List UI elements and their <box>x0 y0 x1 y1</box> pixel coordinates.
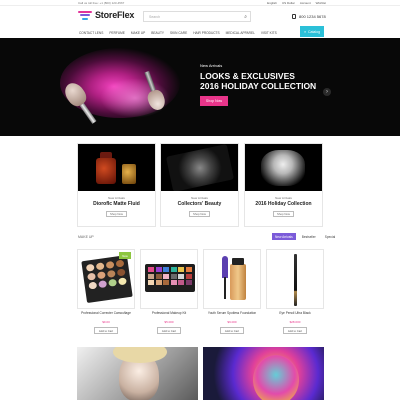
add-to-cart-button[interactable]: Add to Cart <box>283 327 307 334</box>
main-nav: Contact Lens Perfume Make Up Beauty Skin… <box>76 26 324 37</box>
section-title: Make Up <box>78 235 94 239</box>
product-image[interactable] <box>140 249 198 309</box>
category-title: 2016 Holiday Collection <box>255 201 312 207</box>
phone-number: 800 1234 5678 <box>292 14 326 19</box>
product-price: $9.00 <box>102 320 110 324</box>
category-card[interactable]: New Arrivals Dioroflc Matte Fluid Shop N… <box>77 143 156 227</box>
hero-kicker: New Arrivals <box>200 63 223 68</box>
nav-item-skin-care[interactable]: Skin Care <box>167 31 190 35</box>
catalog-label: Catalog <box>307 29 321 34</box>
add-to-cart-button[interactable]: Add to Cart <box>94 327 118 334</box>
shop-now-button[interactable]: Shop Now <box>273 211 294 217</box>
product-price: $9.000 <box>227 320 237 324</box>
nav-item-visit-kits[interactable]: Visit Kits <box>258 31 280 35</box>
catalog-button[interactable]: ≡ Catalog <box>300 26 324 37</box>
product-price: $28.000 <box>289 320 301 324</box>
menu-icon: ≡ <box>303 29 306 34</box>
product-image[interactable] <box>203 249 261 309</box>
search-icon[interactable]: ⌕ <box>244 14 247 20</box>
search-placeholder: Search <box>149 15 161 19</box>
tab-bestseller[interactable]: Bestseller <box>299 233 319 240</box>
tab-special[interactable]: Special <box>322 233 338 240</box>
hero-title-line1: LOOKS & EXCLUSIVES <box>200 71 295 81</box>
product-name[interactable]: Eye Pencil Ultra Black <box>266 311 324 315</box>
search-input[interactable]: Search ⌕ <box>143 11 251 22</box>
logo-text: StoreFlex <box>95 10 135 20</box>
category-title: Dioroflc Matte Fluid <box>93 201 140 207</box>
top-links: English US Dollar Account Wishlist <box>267 1 326 5</box>
category-title: Collectors' Beauty <box>177 201 222 207</box>
perfume-bottle-image <box>78 144 155 191</box>
category-kicker: New Arrivals <box>108 196 125 200</box>
category-card[interactable]: New Arrivals Collectors' Beauty Shop Now <box>160 143 239 227</box>
hero-shop-now-button[interactable]: Shop Now <box>200 96 228 106</box>
tab-new-arrivals[interactable]: New Arrivals <box>272 233 296 240</box>
chevron-right-icon[interactable]: › <box>323 88 331 96</box>
phone-icon <box>292 14 296 19</box>
category-kicker: New Arrivals <box>275 196 292 200</box>
language-selector[interactable]: English <box>267 1 277 5</box>
nav-item-medical-apparel[interactable]: Medical Apparel <box>223 31 258 35</box>
nav-item-make-up[interactable]: Make Up <box>128 31 148 35</box>
promo-banner-beauty[interactable] <box>77 347 198 400</box>
account-link[interactable]: Account <box>300 1 311 5</box>
holiday-collection-image <box>245 144 322 191</box>
contact-text: Call us toll free: +1 (800) 123-4567 <box>78 1 125 5</box>
category-card[interactable]: New Arrivals 2016 Holiday Collection Sho… <box>244 143 323 227</box>
category-kicker: New Arrivals <box>191 196 208 200</box>
phone-text: 800 1234 5678 <box>299 14 326 19</box>
hero-title-line2: 2016 HOLIDAY COLLECTION <box>200 81 317 91</box>
new-badge: New <box>119 252 131 259</box>
product-price: $5.000 <box>164 320 174 324</box>
nav-item-perfume[interactable]: Perfume <box>106 31 128 35</box>
promo-banner-colors[interactable] <box>203 347 324 400</box>
product-card[interactable]: Youth Serum Spotless Foundation $9.000 A… <box>203 249 261 341</box>
product-card[interactable]: Eye Pencil Ultra Black $28.000 Add to Ca… <box>266 249 324 341</box>
nav-item-hair-products[interactable]: Hair Products <box>190 31 222 35</box>
add-to-cart-button[interactable]: Add to Cart <box>220 327 244 334</box>
product-image[interactable]: New <box>77 249 135 309</box>
currency-selector[interactable]: US Dollar <box>282 1 295 5</box>
logo-mark-icon <box>78 10 92 20</box>
shop-now-button[interactable]: Shop Now <box>106 211 127 217</box>
site-header: StoreFlex Search ⌕ 800 1234 5678 <box>0 6 400 28</box>
product-name[interactable]: Professional Makeup Kit <box>140 311 198 315</box>
nav-item-contact-lens[interactable]: Contact Lens <box>76 31 106 35</box>
add-to-cart-button[interactable]: Add to Cart <box>157 327 181 334</box>
shop-now-button[interactable]: Shop Now <box>189 211 210 217</box>
site-logo[interactable]: StoreFlex <box>78 10 134 20</box>
product-tabs: New Arrivals Bestseller Special <box>272 233 338 240</box>
nav-item-beauty[interactable]: Beauty <box>148 31 167 35</box>
product-card[interactable]: New Professional Correcter Camouflage $9… <box>77 249 135 341</box>
product-name[interactable]: Youth Serum Spotless Foundation <box>203 311 261 315</box>
product-name[interactable]: Professional Correcter Camouflage <box>77 311 135 315</box>
product-card[interactable]: Professional Makeup Kit $5.000 Add to Ca… <box>140 249 198 341</box>
makeup-palette-image <box>161 144 238 191</box>
wishlist-link[interactable]: Wishlist <box>316 1 326 5</box>
product-image[interactable] <box>266 249 324 309</box>
